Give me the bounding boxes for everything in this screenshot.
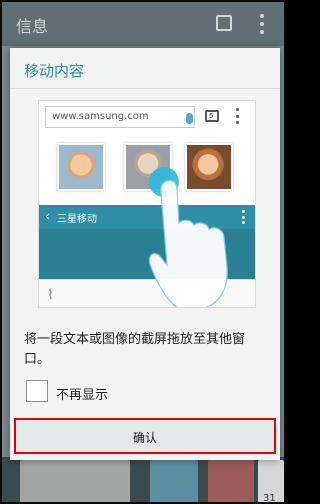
- overflow-menu-icon[interactable]: [260, 14, 264, 34]
- calendar-badge: 31: [263, 493, 276, 504]
- background-thumbnail: [150, 460, 198, 502]
- browser-menu-icon: [236, 108, 239, 124]
- screen: 信息 31 移动内容 www.samsung.com 5 ‹ 三星移动 ⌇ 将一…: [0, 0, 286, 504]
- target-app-title: 三星移动: [57, 214, 97, 225]
- confirm-button-label: 确认: [132, 431, 157, 445]
- back-chevron-icon: ‹: [45, 209, 50, 223]
- tab-count: 5: [209, 112, 214, 120]
- background-title: 信息: [16, 17, 49, 36]
- dialog-title: 移动内容: [24, 62, 85, 80]
- dialog-divider: [10, 88, 280, 89]
- paperclip-icon: ⌇: [47, 287, 54, 303]
- photo-thumbnail: [57, 143, 105, 191]
- checkbox-label: 不再显示: [56, 388, 109, 403]
- move-content-dialog: 移动内容 www.samsung.com 5 ‹ 三星移动 ⌇ 将一段文本或图像…: [10, 48, 280, 460]
- browser-url-bar: www.samsung.com: [45, 106, 195, 128]
- do-not-show-again-checkbox[interactable]: [26, 380, 48, 402]
- confirm-button[interactable]: 确认: [14, 418, 276, 454]
- url-text: www.samsung.com: [52, 111, 149, 122]
- hand-gesture-icon: [148, 179, 228, 307]
- compose-icon[interactable]: [216, 15, 232, 31]
- background-header: 信息: [2, 2, 284, 46]
- microphone-icon: [186, 113, 193, 124]
- dialog-description: 将一段文本或图像的截屏拖放至其他窗口。: [24, 332, 246, 367]
- background-thumbnail: [20, 460, 130, 502]
- background-thumbnail: [208, 460, 254, 502]
- drag-drop-illustration: www.samsung.com 5 ‹ 三星移动 ⌇: [38, 100, 256, 308]
